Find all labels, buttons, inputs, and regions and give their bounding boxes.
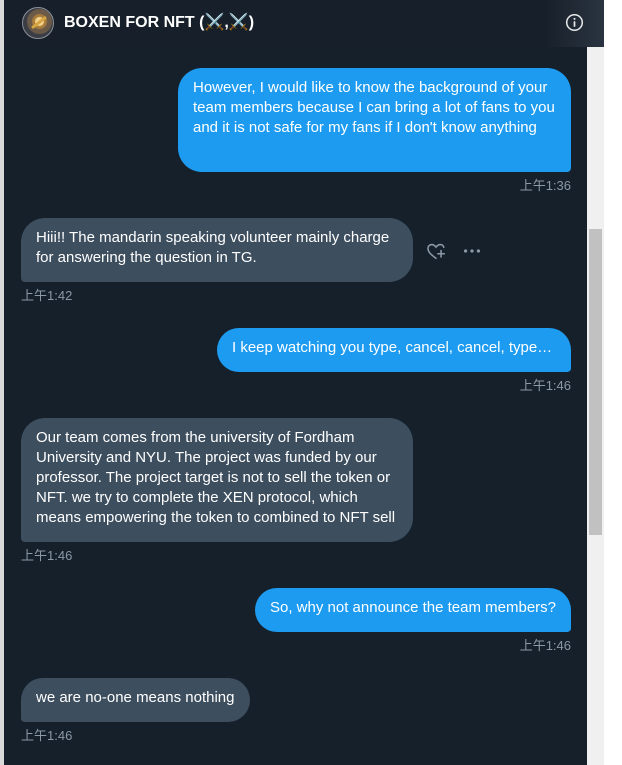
avatar[interactable] bbox=[22, 7, 54, 39]
message-timestamp: 上午1:46 bbox=[519, 378, 571, 393]
message-timestamp: 上午1:36 bbox=[519, 178, 571, 193]
window-gutter bbox=[604, 0, 622, 765]
info-icon[interactable] bbox=[565, 13, 584, 32]
message-bubble-outgoing[interactable]: I keep watching you type, cancel, cancel… bbox=[217, 328, 571, 372]
heart-plus-icon[interactable] bbox=[425, 240, 447, 262]
message-bubble-incoming[interactable]: Hiii!! The mandarin speaking volunteer m… bbox=[21, 218, 413, 282]
message-timestamp: 上午1:46 bbox=[519, 638, 571, 653]
dm-conversation-window: BOXEN FOR NFT (⚔️,⚔️) However, I would l… bbox=[0, 0, 622, 765]
conversation-header: BOXEN FOR NFT (⚔️,⚔️) bbox=[4, 0, 604, 47]
message-bubble-outgoing[interactable]: So, why not announce the team members? bbox=[255, 588, 571, 632]
more-horizontal-icon[interactable] bbox=[461, 240, 483, 262]
message-timestamp: 上午1:46 bbox=[21, 728, 73, 743]
message-bubble-incoming[interactable]: we are no-one means nothing bbox=[21, 678, 250, 722]
message-bubble-incoming[interactable]: Our team comes from the university of Fo… bbox=[21, 418, 413, 542]
conversation-title[interactable]: BOXEN FOR NFT (⚔️,⚔️) bbox=[64, 13, 254, 33]
scrollbar-thumb[interactable] bbox=[589, 229, 602, 535]
message-timestamp: 上午1:46 bbox=[21, 548, 73, 563]
avatar-emblem-icon bbox=[30, 15, 48, 30]
message-timestamp: 上午1:42 bbox=[21, 288, 73, 303]
message-bubble-outgoing[interactable]: However, I would like to know the backgr… bbox=[178, 68, 571, 172]
